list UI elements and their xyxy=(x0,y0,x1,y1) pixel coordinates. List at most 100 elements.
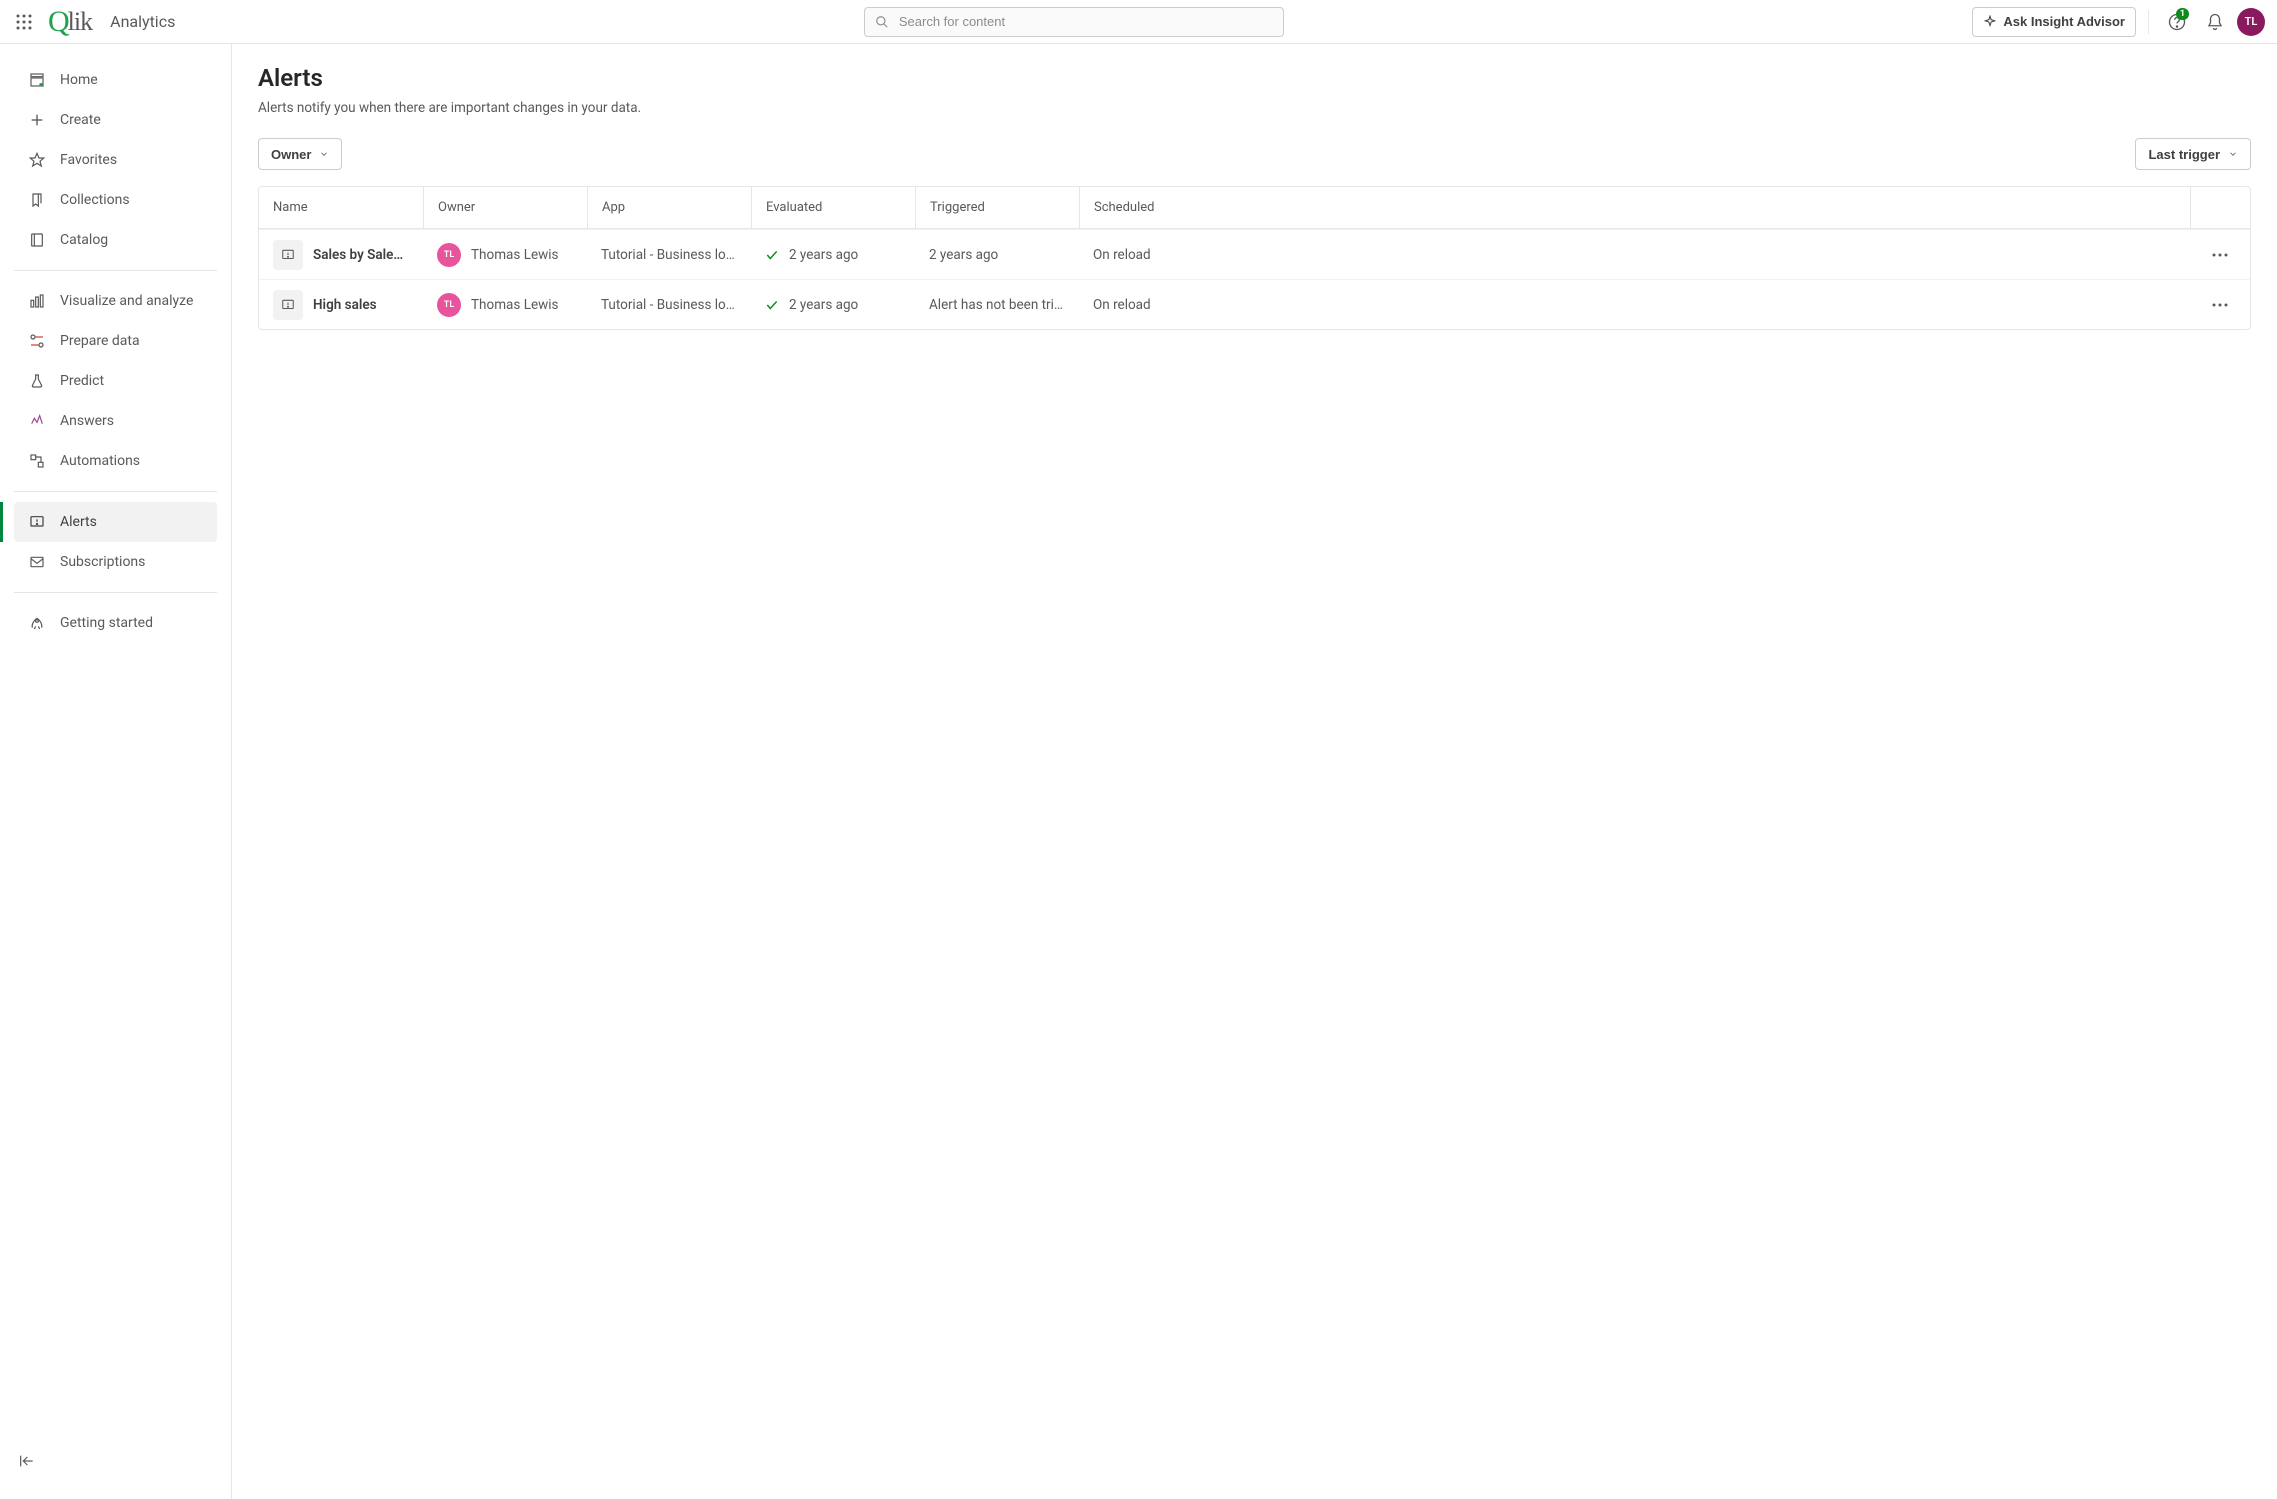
col-owner[interactable]: Owner xyxy=(423,187,587,228)
sidebar-item-label: Prepare data xyxy=(60,333,140,349)
sidebar-item-favorites[interactable]: Favorites xyxy=(14,140,217,180)
sidebar-item-label: Catalog xyxy=(60,232,108,248)
search-icon xyxy=(875,15,889,29)
divider xyxy=(2148,10,2149,34)
alerts-table: Name Owner App Evaluated Triggered Sched… xyxy=(258,186,2251,330)
more-icon xyxy=(2212,253,2228,257)
sidebar-item-label: Automations xyxy=(60,453,140,469)
check-icon xyxy=(765,298,779,312)
alert-icon xyxy=(28,513,46,531)
col-name[interactable]: Name xyxy=(259,187,423,228)
sort-button[interactable]: Last trigger xyxy=(2135,138,2251,170)
sidebar-item-visualize[interactable]: Visualize and analyze xyxy=(14,281,217,321)
plus-icon xyxy=(28,111,46,129)
app-name: Analytics xyxy=(110,12,175,31)
sidebar: Home Create Favorites Collections Catalo… xyxy=(0,44,232,1499)
sidebar-item-label: Getting started xyxy=(60,615,153,631)
app-name: Tutorial - Business logic xyxy=(601,297,737,313)
page-description: Alerts notify you when there are importa… xyxy=(258,100,2251,116)
sidebar-item-alerts[interactable]: Alerts xyxy=(14,502,217,542)
flask-icon xyxy=(28,372,46,390)
sparkle-icon xyxy=(1983,15,1997,29)
triggered-text: 2 years ago xyxy=(929,247,998,263)
bell-icon xyxy=(2206,13,2224,31)
sidebar-item-label: Create xyxy=(60,112,101,128)
logo[interactable]: Qlik xyxy=(48,5,92,39)
triggered-text: Alert has not been triggered xyxy=(929,297,1065,313)
col-scheduled[interactable]: Scheduled xyxy=(1079,187,2190,228)
automation-icon xyxy=(28,452,46,470)
row-menu-button[interactable] xyxy=(2212,303,2228,307)
ask-insight-advisor-button[interactable]: Ask Insight Advisor xyxy=(1972,7,2136,37)
rocket-icon xyxy=(28,614,46,632)
nav-separator xyxy=(14,592,217,593)
sidebar-item-collections[interactable]: Collections xyxy=(14,180,217,220)
sidebar-item-label: Visualize and analyze xyxy=(60,293,193,309)
sidebar-item-create[interactable]: Create xyxy=(14,100,217,140)
sidebar-item-prepare[interactable]: Prepare data xyxy=(14,321,217,361)
user-avatar[interactable]: TL xyxy=(2237,8,2265,36)
bookmark-icon xyxy=(28,191,46,209)
alert-row-icon xyxy=(273,240,303,270)
top-header: Qlik Analytics Ask Insight Advisor 1 TL xyxy=(0,0,2277,44)
search-input-container[interactable] xyxy=(864,7,1284,37)
owner-avatar: TL xyxy=(437,243,461,267)
page-title: Alerts xyxy=(258,64,2251,92)
row-menu-button[interactable] xyxy=(2212,253,2228,257)
owner-avatar: TL xyxy=(437,293,461,317)
help-button[interactable]: 1 xyxy=(2161,6,2193,38)
sidebar-item-label: Subscriptions xyxy=(60,554,145,570)
scheduled-text: On reload xyxy=(1093,247,1151,263)
sidebar-item-catalog[interactable]: Catalog xyxy=(14,220,217,260)
col-triggered[interactable]: Triggered xyxy=(915,187,1079,228)
col-evaluated[interactable]: Evaluated xyxy=(751,187,915,228)
nav-separator xyxy=(14,491,217,492)
check-icon xyxy=(765,248,779,262)
app-launcher-icon[interactable] xyxy=(12,10,36,34)
table-header: Name Owner App Evaluated Triggered Sched… xyxy=(259,187,2250,229)
sidebar-item-automations[interactable]: Automations xyxy=(14,441,217,481)
owner-filter-button[interactable]: Owner xyxy=(258,138,342,170)
scheduled-text: On reload xyxy=(1093,297,1151,313)
table-row[interactable]: High sales TL Thomas Lewis Tutorial - Bu… xyxy=(259,279,2250,329)
col-actions xyxy=(2190,187,2250,228)
collapse-icon xyxy=(18,1453,34,1469)
help-badge: 1 xyxy=(2176,8,2189,20)
more-icon xyxy=(2212,303,2228,307)
owner-filter-label: Owner xyxy=(271,147,311,162)
sidebar-item-label: Predict xyxy=(60,373,104,389)
sidebar-item-label: Favorites xyxy=(60,152,117,168)
filter-row: Owner Last trigger xyxy=(258,138,2251,170)
sidebar-item-answers[interactable]: Answers xyxy=(14,401,217,441)
sidebar-item-label: Alerts xyxy=(60,514,97,530)
sidebar-item-subscriptions[interactable]: Subscriptions xyxy=(14,542,217,582)
alert-name: High sales xyxy=(313,297,377,313)
catalog-icon xyxy=(28,231,46,249)
alert-row-icon xyxy=(273,290,303,320)
chevron-down-icon xyxy=(319,149,329,159)
mail-icon xyxy=(28,553,46,571)
owner-name: Thomas Lewis xyxy=(471,297,559,313)
sidebar-item-predict[interactable]: Predict xyxy=(14,361,217,401)
ask-insight-advisor-label: Ask Insight Advisor xyxy=(2003,14,2125,29)
alert-name: Sales by SalesOff… xyxy=(313,247,409,263)
col-app[interactable]: App xyxy=(587,187,751,228)
evaluated-text: 2 years ago xyxy=(789,247,858,263)
answers-icon xyxy=(28,412,46,430)
table-row[interactable]: Sales by SalesOff… TL Thomas Lewis Tutor… xyxy=(259,229,2250,279)
data-icon xyxy=(28,332,46,350)
search-input[interactable] xyxy=(897,13,1273,30)
chevron-down-icon xyxy=(2228,149,2238,159)
sort-label: Last trigger xyxy=(2148,147,2220,162)
nav-separator xyxy=(14,270,217,271)
sidebar-item-getting-started[interactable]: Getting started xyxy=(14,603,217,643)
owner-name: Thomas Lewis xyxy=(471,247,559,263)
app-name: Tutorial - Business logic xyxy=(601,247,737,263)
main-content: Alerts Alerts notify you when there are … xyxy=(232,44,2277,1499)
collapse-sidebar-button[interactable] xyxy=(14,1449,38,1473)
home-icon xyxy=(28,71,46,89)
evaluated-text: 2 years ago xyxy=(789,297,858,313)
notifications-button[interactable] xyxy=(2199,6,2231,38)
sidebar-item-home[interactable]: Home xyxy=(14,60,217,100)
sidebar-item-label: Home xyxy=(60,72,98,88)
